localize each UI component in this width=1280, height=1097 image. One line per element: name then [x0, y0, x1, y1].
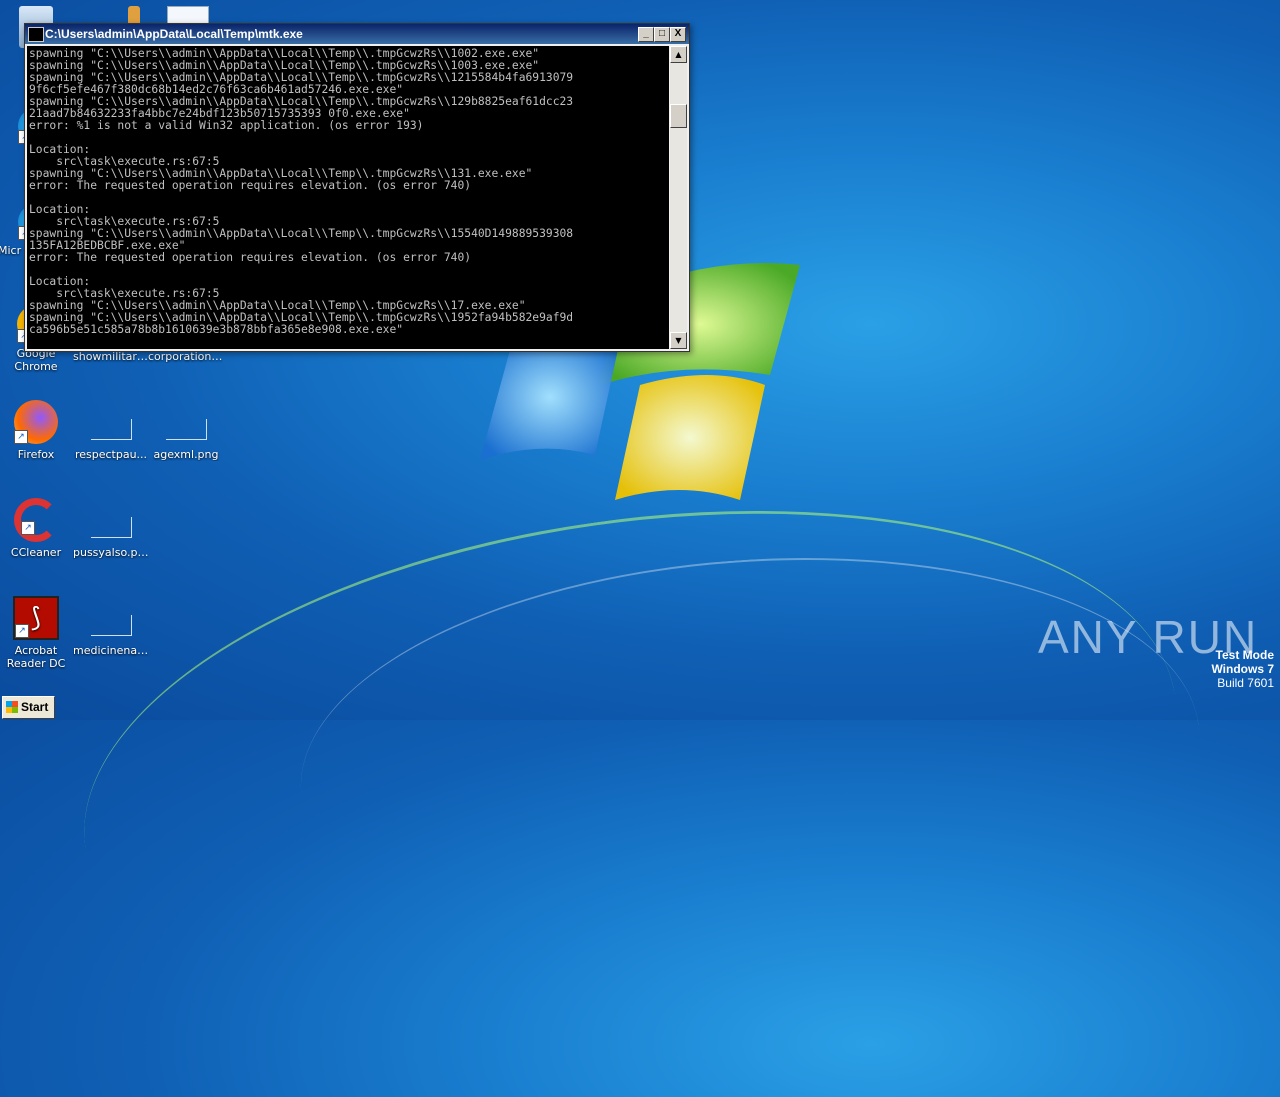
- firefox-icon: ↗: [14, 400, 58, 444]
- scroll-up-button[interactable]: ▲: [670, 46, 687, 63]
- scroll-down-button[interactable]: ▼: [670, 332, 687, 349]
- desktop-icon-label: pussyalso.png: [73, 546, 149, 559]
- desktop-icon-acrobat[interactable]: ⟆ ↗ Acrobat Reader DC: [0, 596, 74, 670]
- desktop-icon-label: respectpau...: [74, 448, 148, 461]
- console-output[interactable]: spawning "C:\\Users\\admin\\AppData\\Loc…: [27, 46, 669, 349]
- desktop-icon-label: medicinenar...: [73, 644, 149, 657]
- test-mode-watermark: Test Mode Windows 7 Build 7601: [1211, 648, 1274, 690]
- vertical-scrollbar[interactable]: ▲ ▼: [670, 46, 687, 349]
- minimize-button[interactable]: _: [638, 27, 654, 42]
- start-button[interactable]: Start: [2, 696, 55, 719]
- desktop-icon-label: Firefox: [17, 448, 55, 461]
- desktop-icon-label: Acrobat Reader DC: [6, 644, 66, 670]
- desktop-icon-file[interactable]: respectpau...: [73, 403, 149, 461]
- build-line: Build 7601: [1217, 676, 1274, 690]
- ccleaner-icon: ↗: [14, 498, 58, 542]
- window-titlebar[interactable]: C:\Users\admin\AppData\Local\Temp\mtk.ex…: [25, 24, 689, 44]
- shortcut-arrow-icon: ↗: [21, 521, 35, 535]
- os-name-line: Windows 7: [1211, 662, 1274, 676]
- blank-file-icon: [90, 615, 132, 636]
- blank-file-icon: [165, 419, 207, 440]
- blank-file-icon: [90, 419, 132, 440]
- desktop-icon-file[interactable]: medicinenar...: [73, 599, 149, 657]
- scroll-thumb[interactable]: [670, 104, 687, 128]
- maximize-button[interactable]: □: [654, 27, 670, 42]
- console-text: spawning "C:\\Users\\admin\\AppData\\Loc…: [29, 47, 574, 336]
- acrobat-icon: ⟆ ↗: [13, 596, 59, 640]
- blank-file-icon: [90, 517, 132, 538]
- test-mode-line: Test Mode: [1215, 648, 1274, 662]
- desktop-icon-label: agexml.png: [153, 448, 219, 461]
- close-button[interactable]: X: [670, 27, 686, 42]
- console-window[interactable]: C:\Users\admin\AppData\Local\Temp\mtk.ex…: [24, 23, 690, 352]
- console-icon: [28, 27, 44, 42]
- shortcut-arrow-icon: ↗: [14, 430, 28, 444]
- window-title: C:\Users\admin\AppData\Local\Temp\mtk.ex…: [45, 27, 303, 41]
- shortcut-arrow-icon: ↗: [15, 624, 29, 638]
- desktop-icon-file[interactable]: pussyalso.png: [73, 501, 149, 559]
- desktop-icon-firefox[interactable]: ↗ Firefox: [0, 400, 74, 461]
- start-label: Start: [21, 700, 49, 714]
- desktop-icon-label: CCleaner: [10, 546, 62, 559]
- desktop-icon-ccleaner[interactable]: ↗ CCleaner: [0, 498, 74, 559]
- windows-flag-icon: [6, 701, 18, 713]
- desktop-icon-file[interactable]: agexml.png: [148, 403, 224, 461]
